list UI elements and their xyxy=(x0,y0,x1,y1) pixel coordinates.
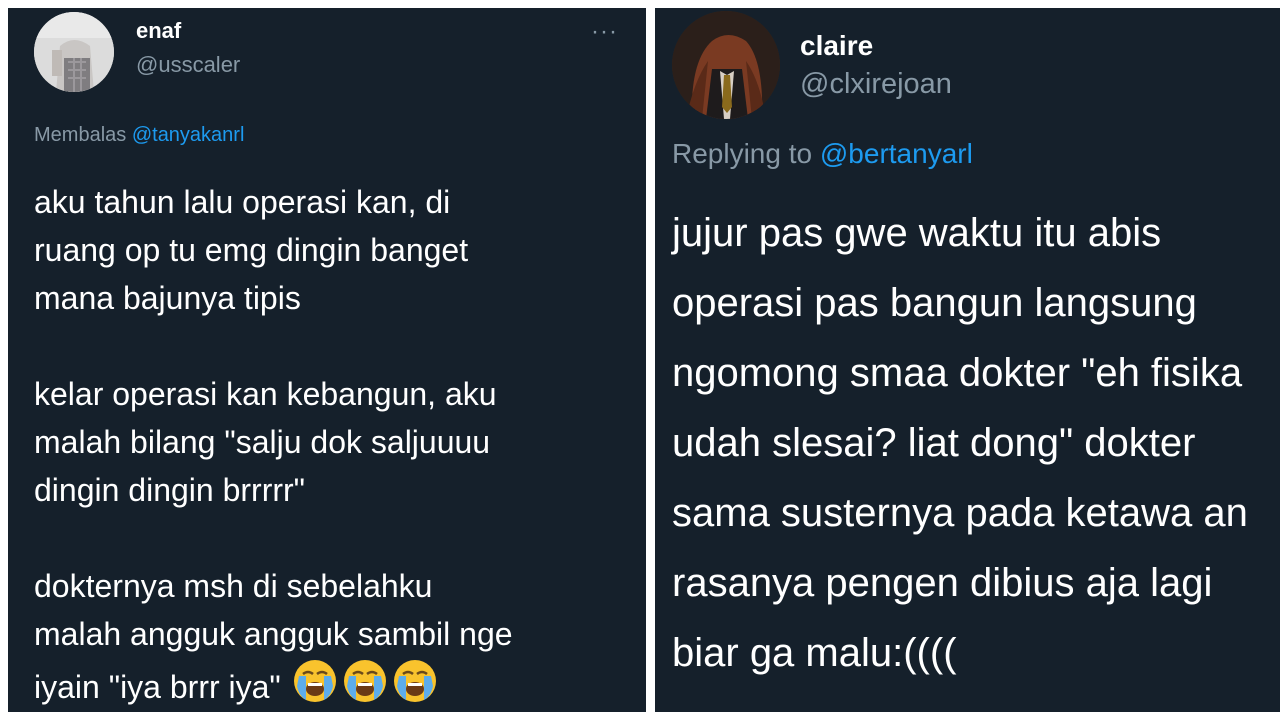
reply-prefix: Membalas xyxy=(34,124,127,146)
tweet-card-claire: claire @clxirejoan Replying to @bertanya… xyxy=(655,8,1280,712)
tweet-line: operasi pas bangun langsung xyxy=(672,281,1197,325)
tweet-line: mana bajunya tipis xyxy=(34,280,301,316)
display-name[interactable]: enaf xyxy=(136,18,181,44)
reply-mention-link[interactable]: @tanyakanrl xyxy=(132,124,245,146)
tweet-line: ruang op tu emg dingin banget xyxy=(34,232,469,268)
loudly-crying-face-icon xyxy=(292,658,340,702)
tweet-line: dokternya msh di sebelahku xyxy=(34,568,433,604)
tweet-line: dingin dingin brrrrr" xyxy=(34,472,306,508)
tweet-line: kelar operasi kan kebangun, aku xyxy=(34,376,497,412)
avatar[interactable] xyxy=(34,12,114,92)
tweet-line: jujur pas gwe waktu itu abis xyxy=(672,211,1162,255)
tweet-line: sama susternya pada ketawa an xyxy=(672,491,1248,535)
reply-prefix: Replying to xyxy=(672,138,813,169)
loudly-crying-face-icon xyxy=(342,658,390,702)
tweet-line: rasanya pengen dibius aja lagi xyxy=(672,561,1213,605)
tweet-text: aku tahun lalu operasi kan, di ruang op … xyxy=(34,178,513,711)
tweet-line: biar ga malu:(((( xyxy=(672,631,957,675)
tweet-line: aku tahun lalu operasi kan, di xyxy=(34,184,451,220)
tweet-card-enaf: enaf @usscaler ··· Membalas @tanyakanrl … xyxy=(8,8,646,712)
reply-mention-link[interactable]: @bertanyarl xyxy=(820,138,973,169)
user-handle[interactable]: @usscaler xyxy=(136,52,240,78)
tweet-line: malah angguk angguk sambil nge xyxy=(34,616,513,652)
reply-context: Membalas @tanyakanrl xyxy=(34,124,244,147)
user-handle[interactable]: @clxirejoan xyxy=(800,68,952,101)
avatar[interactable] xyxy=(672,11,780,119)
more-options-icon[interactable]: ··· xyxy=(591,18,618,46)
tweet-text: jujur pas gwe waktu itu abis operasi pas… xyxy=(672,198,1248,688)
tweet-line: ngomong smaa dokter "eh fisika xyxy=(672,351,1243,395)
tweet-line: malah bilang "salju dok saljuuuu xyxy=(34,424,491,460)
tweet-paragraph: kelar operasi kan kebangun, aku malah bi… xyxy=(34,370,513,514)
tweet-line: iyain "iya brrr iya" xyxy=(34,669,281,705)
tweet-line-with-emoji: iyain "iya brrr iya" xyxy=(34,658,513,711)
tweet-line: udah slesai? liat dong" dokter xyxy=(672,421,1196,465)
display-name[interactable]: claire xyxy=(800,30,873,62)
tweet-paragraph: aku tahun lalu operasi kan, di ruang op … xyxy=(34,178,513,322)
tweet-paragraph: dokternya msh di sebelahku malah angguk … xyxy=(34,562,513,711)
loudly-crying-face-icon xyxy=(392,658,440,702)
reply-context: Replying to @bertanyarl xyxy=(672,138,973,170)
